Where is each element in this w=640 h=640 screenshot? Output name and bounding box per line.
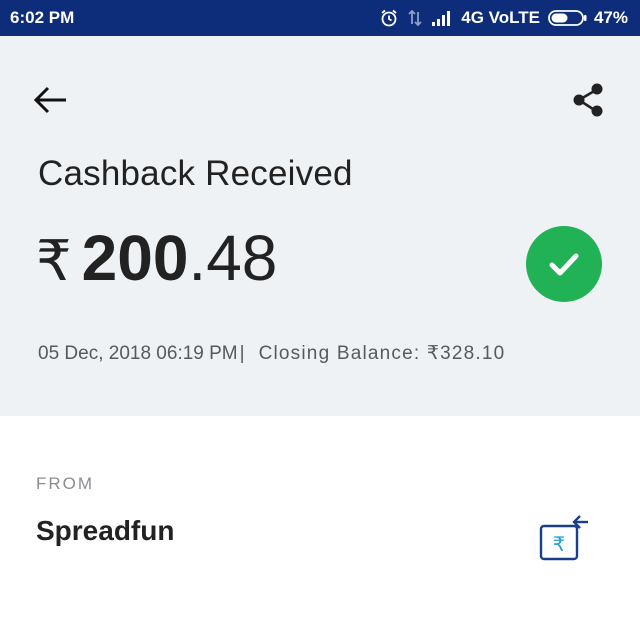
from-label: FROM: [36, 474, 95, 493]
status-bar: 6:02 PM 4G VoLTE 47%: [0, 0, 640, 36]
network-label: 4G VoLTE: [461, 8, 540, 27]
share-button[interactable]: [566, 80, 610, 120]
svg-text:₹: ₹: [553, 532, 566, 556]
signal-icon: [431, 9, 453, 27]
sender-name: Spreadfun: [36, 515, 175, 546]
amount-whole: 200: [81, 222, 189, 294]
page-title: Cashback Received: [38, 154, 353, 193]
status-time: 6:02 PM: [10, 8, 75, 27]
transaction-amount: ₹ 200 .48: [36, 226, 277, 290]
transaction-meta: 05 Dec, 2018 06:19 PM | Closing Balance:…: [38, 342, 505, 365]
alarm-icon: [379, 8, 399, 28]
meta-separator: |: [239, 342, 245, 364]
wallet-receive-icon: ₹: [536, 512, 592, 564]
back-arrow-icon: [30, 86, 74, 122]
amount-decimal: .48: [188, 222, 278, 294]
closing-balance: Closing Balance: ₹328.10: [258, 343, 506, 364]
battery-percent: 47%: [593, 8, 628, 27]
transaction-datetime: 05 Dec, 2018 06:19 PM: [38, 342, 238, 364]
status-icons: 4G VoLTE 47%: [379, 8, 628, 28]
battery-indicator: 47%: [548, 8, 628, 28]
check-circle-icon: [526, 226, 602, 302]
data-transfer-icon: [407, 8, 423, 28]
transaction-header: Cashback Received ₹ 200 .48 05 Dec, 2018…: [0, 36, 640, 416]
battery-icon: [548, 9, 588, 27]
back-button[interactable]: [30, 82, 74, 118]
currency-symbol: ₹: [36, 229, 72, 292]
share-icon: [566, 83, 610, 124]
